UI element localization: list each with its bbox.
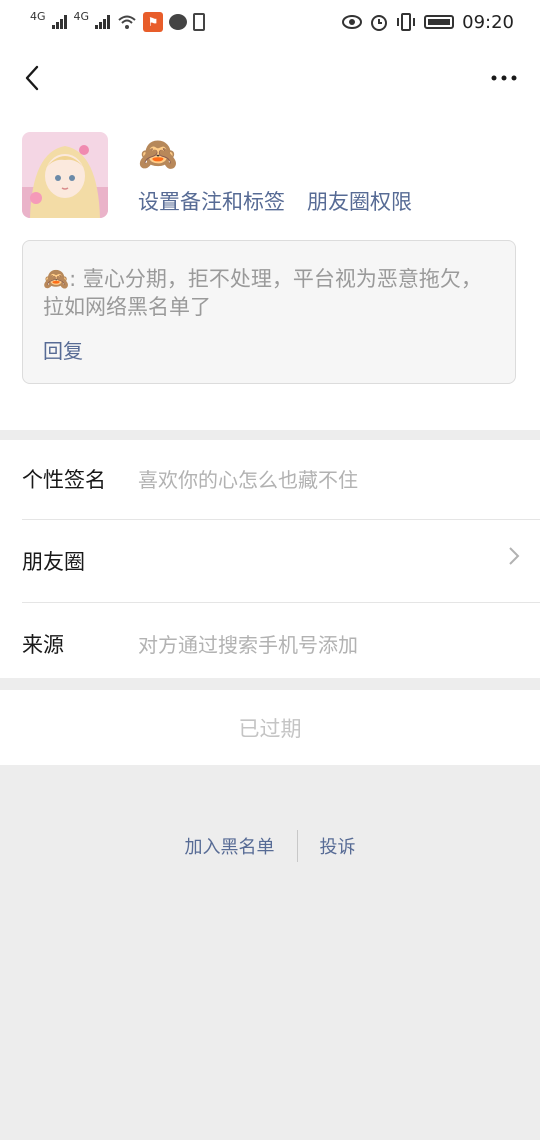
set-remark-link[interactable]: 设置备注和标签 <box>138 186 285 216</box>
expired-button[interactable]: 已过期 <box>0 690 540 765</box>
add-to-blacklist-link[interactable]: 加入黑名单 <box>185 833 275 859</box>
wifi-icon <box>118 15 136 29</box>
phone-upload-icon <box>193 13 206 31</box>
info-list: 个性签名 喜欢你的心怎么也藏不住 朋友圈 来源 对方通过搜索手机号添加 <box>0 440 540 678</box>
moments-label: 朋友圈 <box>22 550 85 574</box>
moment-content: : 壹心分期，拒不处理，平台视为恶意拖欠，拉如网络黑名单了 <box>43 267 482 319</box>
signal-strength-icon <box>95 15 111 29</box>
report-link[interactable]: 投诉 <box>320 833 356 859</box>
reply-link[interactable]: 回复 <box>43 335 83 364</box>
battery-icon <box>424 15 455 29</box>
signal-strength-icon <box>51 15 68 29</box>
moment-preview-card[interactable]: 🙈: 壹心分期，拒不处理，平台视为恶意拖欠，拉如网络黑名单了 回复 <box>22 240 516 384</box>
avatar[interactable] <box>22 132 108 218</box>
source-label: 来源 <box>22 633 64 657</box>
moments-permission-link[interactable]: 朋友圈权限 <box>307 186 412 216</box>
signal-type-2: 4G <box>73 9 90 23</box>
source-row: 来源 对方通过搜索手机号添加 <box>0 603 540 678</box>
status-time: 09:20 <box>462 11 514 33</box>
moment-emoji: 🙈 <box>43 267 70 291</box>
more-button[interactable] <box>486 60 522 96</box>
eye-icon <box>342 15 363 29</box>
source-value: 对方通过搜索手机号添加 <box>138 633 358 657</box>
signal-type-1: 4G <box>30 9 46 23</box>
footer-links: 加入黑名单 投诉 <box>0 828 540 864</box>
profile-section: 🙈 设置备注和标签 朋友圈权限 🙈: 壹心分期，拒不处理，平台视为恶意拖欠，拉如… <box>0 110 540 430</box>
alarm-icon <box>371 15 388 31</box>
back-button[interactable] <box>14 60 50 96</box>
vibrate-icon <box>397 13 416 31</box>
top-nav-bar <box>0 44 540 110</box>
footer-separator <box>296 830 298 862</box>
more-dots-icon <box>491 75 517 81</box>
signature-value: 喜欢你的心怎么也藏不住 <box>138 468 358 492</box>
chevron-right-icon <box>509 547 520 565</box>
message-icon <box>169 14 188 30</box>
status-bar: 4G 4G ⚑ 09:20 <box>0 0 540 44</box>
back-arrow-icon <box>25 65 39 91</box>
moments-row[interactable]: 朋友圈 <box>0 516 540 603</box>
app-notification-icon: ⚑ <box>143 12 164 32</box>
nickname-emoji: 🙈 <box>138 135 178 173</box>
signature-row: 个性签名 喜欢你的心怎么也藏不住 <box>0 440 540 520</box>
signature-label: 个性签名 <box>22 468 106 492</box>
moment-text: 🙈: 壹心分期，拒不处理，平台视为恶意拖欠，拉如网络黑名单了 <box>43 265 499 321</box>
